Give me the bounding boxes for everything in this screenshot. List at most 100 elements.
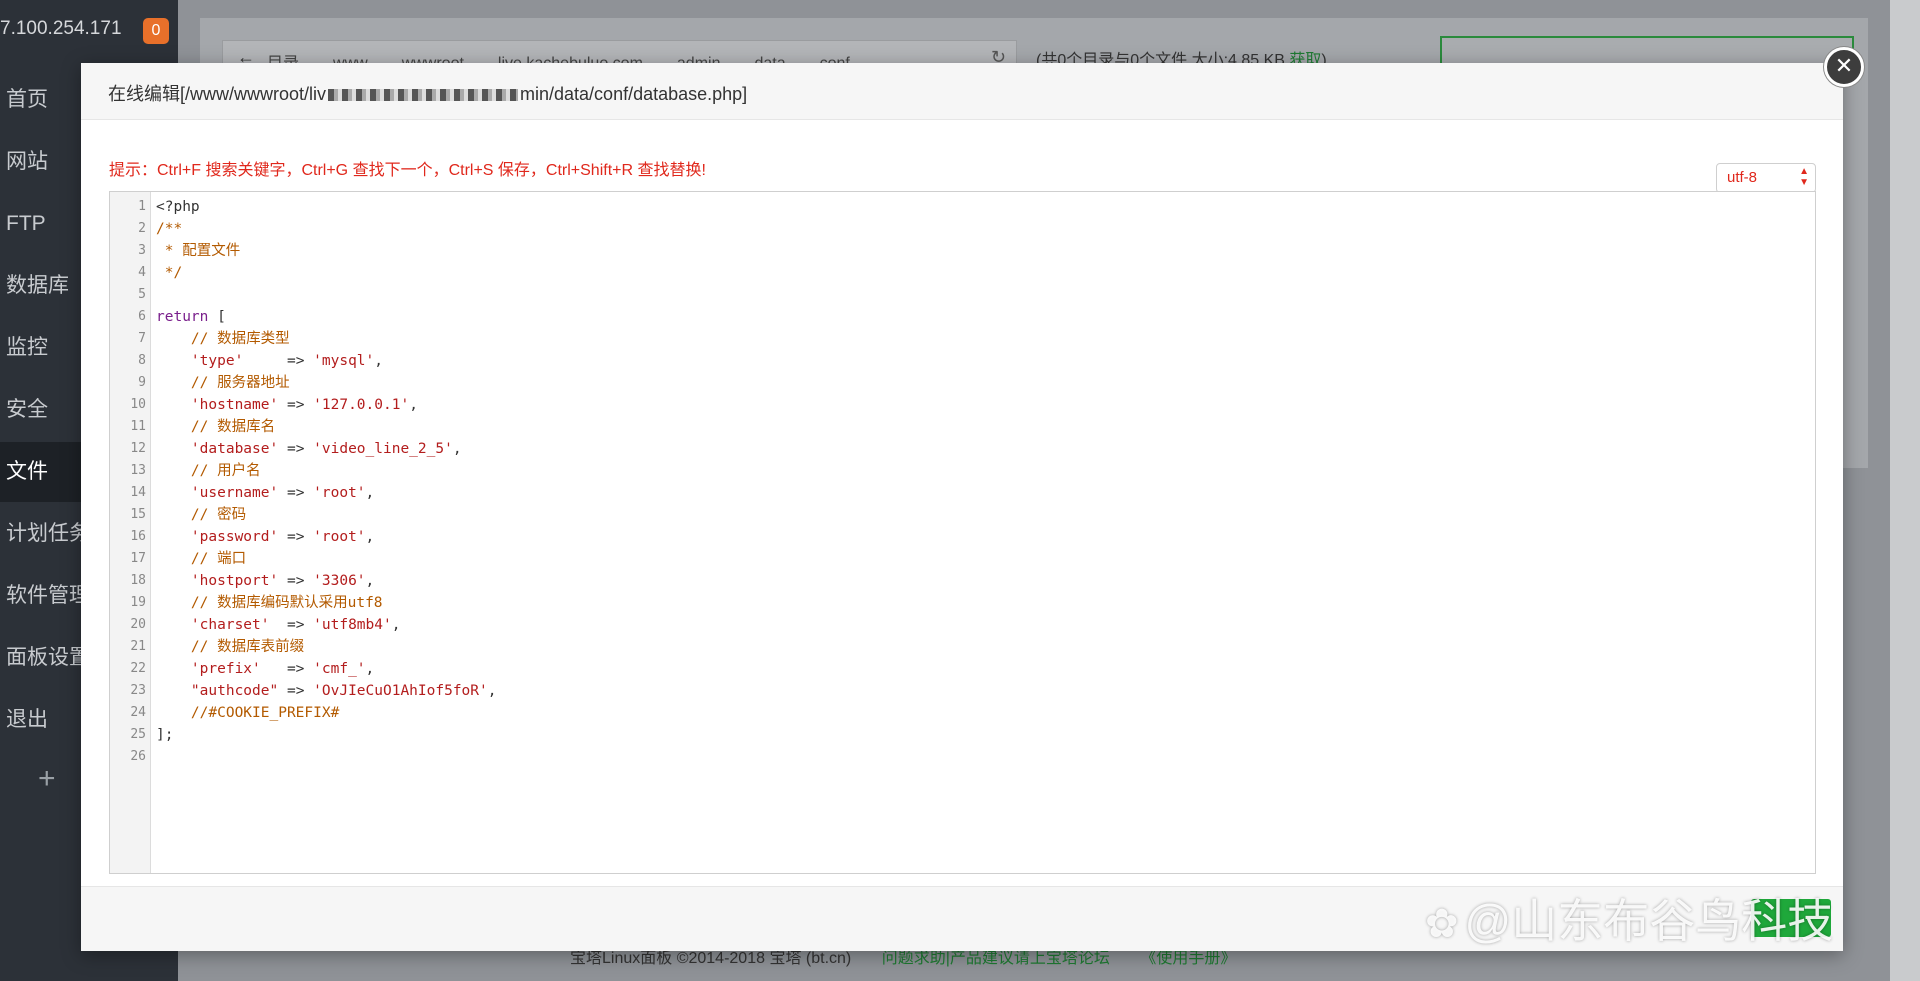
line-number: 13 <box>130 463 146 478</box>
code-token: //#COOKIE_PREFIX# <box>156 705 340 721</box>
code-line[interactable]: 'type' => 'mysql', <box>156 350 383 372</box>
code-line[interactable]: 'hostname' => '127.0.0.1', <box>156 394 418 416</box>
code-token: , <box>374 353 383 369</box>
dialog-header: 在线编辑[/www/wwwroot/liv min/data/conf/datab… <box>81 63 1843 120</box>
code-line[interactable]: ]; <box>156 724 173 746</box>
manual-link[interactable]: 《使用手册》 <box>1140 950 1236 967</box>
line-number: 15 <box>130 507 146 522</box>
code-line[interactable]: // 密码 <box>156 504 246 526</box>
code-token: // 密码 <box>156 507 247 523</box>
code-token: "authcode" <box>190 683 279 699</box>
code-token: return <box>156 309 209 325</box>
right-edge-panel <box>1890 0 1920 981</box>
notification-badge[interactable]: 0 <box>143 18 169 44</box>
code-token: 'type' <box>190 353 244 369</box>
code-token: 'cmf_' <box>313 661 366 677</box>
code-token: , <box>365 573 375 589</box>
code-token: // 数据库名 <box>156 419 276 435</box>
code-line[interactable]: 'username' => 'root', <box>156 482 374 504</box>
code-token: 'mysql' <box>313 353 375 369</box>
code-token: /** <box>156 221 183 237</box>
code-line[interactable]: 'password' => 'root', <box>156 526 374 548</box>
close-icon[interactable]: ✕ <box>1824 47 1864 87</box>
forum-link[interactable]: 问题求助|产品建议请上宝塔论坛 <box>882 950 1110 967</box>
code-line[interactable]: "authcode" => 'OvJIeCuO1AhIof5foR', <box>156 680 497 702</box>
code-token: 'password' <box>190 529 279 545</box>
code-token: 'prefix' <box>190 661 261 677</box>
line-number: 9 <box>138 375 146 390</box>
code-line[interactable]: * 配置文件 <box>156 240 240 262</box>
code-token: <?php <box>156 199 200 215</box>
code-token: 'hostport' <box>190 573 279 589</box>
code-line[interactable]: */ <box>156 262 182 284</box>
code-token: 'OvJIeCuO1AhIof5foR' <box>313 683 488 699</box>
add-icon[interactable]: + <box>38 762 56 796</box>
dialog-title-tail: min/data/conf/database.php] <box>520 84 748 104</box>
line-number: 11 <box>130 419 146 434</box>
code-line[interactable]: // 数据库类型 <box>156 328 290 350</box>
code-line[interactable]: //#COOKIE_PREFIX# <box>156 702 339 724</box>
code-token: // 用户名 <box>156 463 261 479</box>
line-number: 1 <box>138 199 146 214</box>
code-token: , <box>452 441 462 457</box>
code-token: '3306' <box>313 573 366 589</box>
code-line[interactable]: return [ <box>156 306 226 328</box>
code-line[interactable]: 'hostport' => '3306', <box>156 570 374 592</box>
code-token: => <box>278 485 314 501</box>
code-line[interactable]: // 用户名 <box>156 460 261 482</box>
code-token: => <box>278 529 314 545</box>
line-number: 5 <box>138 287 146 302</box>
code-token: => <box>278 441 314 457</box>
code-token: 'hostname' <box>190 397 279 413</box>
paw-icon: ✿ <box>1425 902 1459 946</box>
line-number: 4 <box>138 265 146 280</box>
code-token: // 端口 <box>156 551 247 567</box>
code-editor[interactable]: 1 2 3 4 5 6 7 8 9 10 11 12 13 14 15 16 17 18 19 20 21 22 23 24 2… <box>109 191 1816 874</box>
code-token: 'database' <box>190 441 279 457</box>
code-token: [ <box>208 309 226 325</box>
encoding-value: utf-8 <box>1727 169 1758 186</box>
code-line[interactable]: /** <box>156 218 182 240</box>
code-token: , <box>365 485 375 501</box>
code-line[interactable]: // 数据库表前缀 <box>156 636 304 658</box>
select-arrows-icon: ▲ ▼ <box>1799 166 1809 188</box>
code-line[interactable]: // 数据库编码默认采用utf8 <box>156 592 383 614</box>
code-line[interactable]: 'database' => 'video_line_2_5', <box>156 438 462 460</box>
dialog-title: 在线编辑[/www/wwwroot/liv min/data/conf/datab… <box>108 80 747 106</box>
line-number: 21 <box>130 639 146 654</box>
online-editor-dialog: 在线编辑[/www/wwwroot/liv min/data/conf/datab… <box>81 63 1843 951</box>
code-line[interactable]: // 端口 <box>156 548 246 570</box>
line-number: 8 <box>138 353 146 368</box>
code-token: , <box>409 397 418 413</box>
shortcut-hint: 提示：Ctrl+F 搜索关键字，Ctrl+G 查找下一个，Ctrl+S 保存，C… <box>109 162 706 179</box>
code-line[interactable]: <?php <box>156 196 200 218</box>
code-line[interactable]: // 服务器地址 <box>156 372 290 394</box>
code-token: // 数据库表前缀 <box>156 639 305 655</box>
line-number: 19 <box>130 595 146 610</box>
code-token: 'root' <box>313 529 366 545</box>
code-line[interactable]: // 数据库名 <box>156 416 275 438</box>
code-token: // 数据库类型 <box>156 331 290 347</box>
watermark: ✿ @山东布谷鸟科技 <box>1425 885 1833 951</box>
line-number: 20 <box>130 617 146 632</box>
code-token: */ <box>156 265 183 281</box>
code-token: => <box>278 683 314 699</box>
code-line[interactable]: 'prefix' => 'cmf_', <box>156 658 374 680</box>
line-number: 16 <box>130 529 146 544</box>
code-token: 'charset' <box>190 617 270 633</box>
code-token: => <box>269 617 314 633</box>
code-token: => <box>243 353 314 369</box>
code-token: , <box>365 661 375 677</box>
code-line[interactable]: 'charset' => 'utf8mb4', <box>156 614 401 636</box>
line-number: 7 <box>138 331 146 346</box>
code-token: 'video_line_2_5' <box>313 441 453 457</box>
code-token: // 服务器地址 <box>156 375 290 391</box>
line-number: 10 <box>130 397 146 412</box>
code-token: => <box>278 573 314 589</box>
line-number: 18 <box>130 573 146 588</box>
encoding-select[interactable]: utf-8 ▲ ▼ <box>1716 163 1816 193</box>
